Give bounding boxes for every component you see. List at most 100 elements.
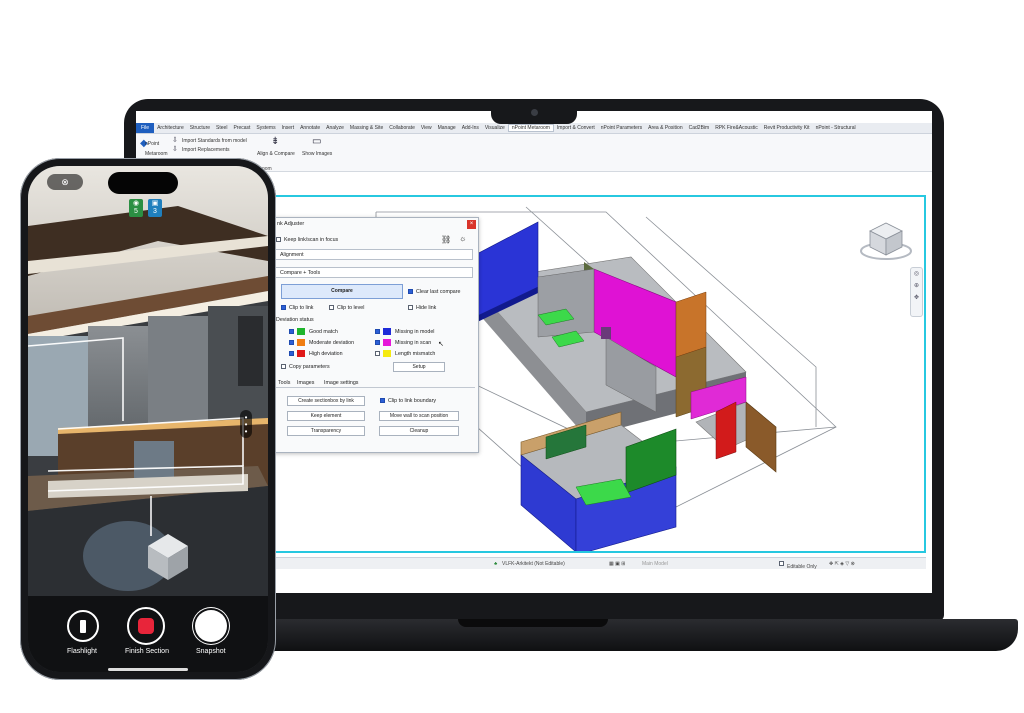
align-compare-button[interactable]: Align & Compare bbox=[257, 151, 295, 157]
missing-scan-checkbox[interactable] bbox=[375, 340, 380, 345]
alignment-section[interactable]: Alignment bbox=[275, 249, 473, 260]
cleanup-button[interactable]: Cleanup bbox=[379, 426, 459, 436]
ribbon-tab[interactable]: Cad2Bim bbox=[686, 125, 713, 131]
keep-element-button[interactable]: Keep element bbox=[287, 411, 365, 421]
navigation-bar[interactable]: ◎ ⊕ ✥ bbox=[910, 267, 923, 317]
lightbulb-icon[interactable]: ☼ bbox=[459, 234, 466, 243]
clear-last-checkbox[interactable] bbox=[408, 289, 413, 295]
ribbon-tab[interactable]: Revit Productivity Kit bbox=[761, 125, 813, 131]
ribbon-tab[interactable]: Add-Ins bbox=[459, 125, 482, 131]
ribbon-tab[interactable]: Collaborate bbox=[386, 125, 418, 131]
workset-selector[interactable]: VLFK-Arkitekt (Not Editable) bbox=[502, 561, 565, 567]
ribbon-tab[interactable]: RPK Fire&Acoustic bbox=[712, 125, 761, 131]
zoom-icon[interactable]: ⊕ bbox=[911, 280, 922, 292]
missing-model-checkbox[interactable] bbox=[375, 329, 380, 334]
more-vertical-icon[interactable]: • • • bbox=[240, 410, 252, 438]
ribbon-tab[interactable]: Systems bbox=[253, 125, 278, 131]
ribbon-tab[interactable]: nPoint - Structural bbox=[813, 125, 859, 131]
flashlight-button[interactable] bbox=[67, 610, 99, 642]
editable-only-checkbox[interactable] bbox=[779, 561, 784, 567]
clip-boundary-label: Clip to link boundary bbox=[388, 398, 436, 404]
link-icon[interactable]: ⛓ bbox=[441, 235, 451, 244]
import-standards-icon: ⇩ bbox=[172, 137, 178, 144]
move-wall-button[interactable]: Move wall to scan position bbox=[379, 411, 459, 421]
compare-tools-section[interactable]: Compare + Tools bbox=[275, 267, 473, 278]
good-match-swatch bbox=[297, 328, 305, 335]
missing-model-swatch bbox=[383, 328, 391, 335]
keep-focus-toggle[interactable]: Keep link/scan in focus bbox=[276, 237, 338, 243]
import-standards-button[interactable]: Import Standards from model bbox=[182, 138, 247, 144]
moderate-deviation-checkbox[interactable] bbox=[289, 340, 294, 345]
copy-parameters-toggle[interactable]: Copy parameters bbox=[281, 364, 330, 370]
snapshot-button[interactable] bbox=[195, 610, 227, 642]
ribbon-tab[interactable]: Area & Position bbox=[645, 125, 685, 131]
pan-icon[interactable]: ✥ bbox=[911, 292, 922, 304]
steering-wheel-icon[interactable]: ◎ bbox=[911, 268, 922, 280]
keep-focus-checkbox[interactable] bbox=[276, 237, 281, 243]
clip-link-checkbox[interactable] bbox=[281, 305, 286, 311]
high-deviation-row[interactable]: High deviation bbox=[289, 350, 343, 357]
good-match-checkbox[interactable] bbox=[289, 329, 294, 334]
missing-model-row[interactable]: Missing in model bbox=[375, 328, 434, 335]
clear-last-toggle[interactable]: Clear last compare bbox=[408, 289, 460, 295]
setup-button[interactable]: Setup bbox=[393, 362, 445, 372]
missing-scan-swatch bbox=[383, 339, 391, 346]
ribbon-tab[interactable]: Visualize bbox=[482, 125, 508, 131]
view-cube-icon[interactable] bbox=[858, 217, 914, 261]
compare-button[interactable]: Compare bbox=[281, 284, 403, 299]
ribbon-tab[interactable]: nPoint Metaroom bbox=[507, 124, 554, 132]
tab-images[interactable]: Images bbox=[297, 380, 314, 386]
close-icon[interactable]: × bbox=[467, 220, 476, 229]
tab-image-settings[interactable]: Image settings bbox=[324, 380, 358, 386]
design-option-selector[interactable]: Main Model bbox=[642, 561, 668, 567]
tab-tools[interactable]: Tools bbox=[278, 380, 290, 386]
clip-level-toggle[interactable]: Clip to level bbox=[329, 305, 364, 311]
good-match-row[interactable]: Good match bbox=[289, 328, 338, 335]
show-images-button[interactable]: Show Images bbox=[302, 151, 332, 157]
hide-link-toggle[interactable]: Hide link bbox=[408, 305, 436, 311]
import-replacements-button[interactable]: Import Replacements bbox=[182, 147, 230, 153]
selection-filter-icons[interactable]: ✥ ⇱ ◈ ▽ ⊗ bbox=[829, 561, 855, 567]
ribbon-tab[interactable]: Manage bbox=[435, 125, 459, 131]
dialog-title: nk Adjuster bbox=[277, 221, 305, 227]
ribbon-tab[interactable]: Annotate bbox=[297, 125, 323, 131]
editable-only-toggle[interactable]: Editable Only bbox=[779, 561, 817, 570]
editable-only-label: Editable Only bbox=[787, 564, 817, 570]
show-images-icon: ▭ bbox=[312, 136, 322, 147]
ribbon-tab[interactable]: Architecture bbox=[154, 125, 187, 131]
ribbon-tab[interactable]: Massing & Site bbox=[347, 125, 386, 131]
view-status-bar: ♣ VLFK-Arkitekt (Not Editable) ▦ ▣ ⊞ Mai… bbox=[274, 557, 926, 570]
x-circle-icon[interactable]: ⊗ bbox=[47, 174, 83, 190]
transparency-button[interactable]: Transparency bbox=[287, 426, 365, 436]
ribbon-tab[interactable]: Insert bbox=[279, 125, 298, 131]
clip-link-label: Clip to link bbox=[289, 305, 314, 311]
moderate-deviation-row[interactable]: Moderate deviation bbox=[289, 339, 354, 346]
length-mismatch-checkbox[interactable] bbox=[375, 351, 380, 356]
ribbon-tab[interactable]: View bbox=[418, 125, 435, 131]
length-mismatch-row[interactable]: Length mismatch bbox=[375, 350, 435, 357]
eye-badge[interactable]: ◉ 5 bbox=[129, 199, 143, 217]
ribbon-tab[interactable]: Precast bbox=[230, 125, 253, 131]
tab-divider bbox=[275, 387, 475, 388]
clip-level-checkbox[interactable] bbox=[329, 305, 334, 311]
ribbon-tab[interactable]: Analyze bbox=[323, 125, 347, 131]
copy-parameters-checkbox[interactable] bbox=[281, 364, 286, 370]
ribbon-tab[interactable]: nPoint Parameters bbox=[598, 125, 645, 131]
moderate-deviation-swatch bbox=[297, 339, 305, 346]
clip-link-toggle[interactable]: Clip to link bbox=[281, 305, 313, 311]
npoint-label: nPoint bbox=[145, 141, 160, 147]
finish-section-button[interactable] bbox=[127, 607, 165, 645]
ribbon-tab[interactable]: Structure bbox=[187, 125, 213, 131]
ribbon-tab[interactable]: Import & Convert bbox=[554, 125, 598, 131]
clip-boundary-toggle[interactable]: Clip to link boundary bbox=[380, 398, 436, 404]
ribbon-tab[interactable]: Steel bbox=[213, 125, 230, 131]
ribbon-tab[interactable]: File bbox=[136, 123, 155, 133]
high-deviation-checkbox[interactable] bbox=[289, 351, 294, 356]
box-badge[interactable]: ▣ 3 bbox=[148, 199, 162, 217]
missing-scan-row[interactable]: Missing in scan bbox=[375, 339, 431, 346]
interior-wall bbox=[537, 268, 595, 338]
stop-record-icon bbox=[138, 618, 154, 634]
hide-link-checkbox[interactable] bbox=[408, 305, 413, 311]
clip-boundary-checkbox[interactable] bbox=[380, 398, 385, 404]
create-sectionbox-button[interactable]: Create sectionbox by link bbox=[287, 396, 365, 406]
